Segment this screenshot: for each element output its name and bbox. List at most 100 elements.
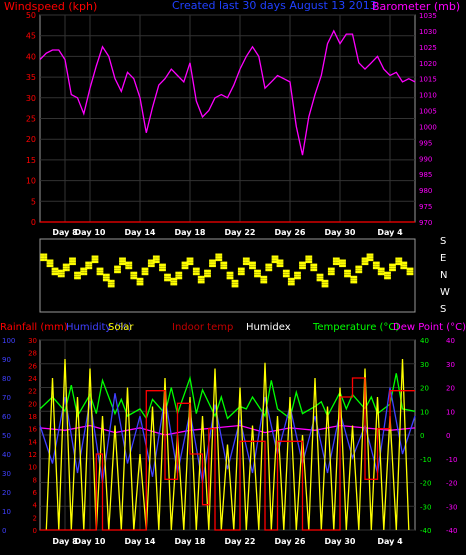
barometer-axis-label: Barometer (mb): [372, 0, 460, 13]
temperature-tick-label: -30: [420, 503, 431, 511]
top-x-labels: Day 8Day 10 Day 14 Day 18 Day 22 Day 26 Day 3…: [52, 228, 403, 237]
wind-direction-point: [264, 278, 268, 281]
wind-direction-point: [98, 267, 102, 270]
wind-direction-point: [242, 267, 245, 270]
wind-direction-point: [256, 269, 259, 273]
wind-direction-point: [98, 272, 102, 276]
wind-direction-point: [265, 268, 268, 272]
wind-direction-point: [273, 258, 277, 261]
wind-direction-point: [73, 257, 76, 260]
wind-direction-point: [245, 262, 248, 266]
barometer-tick-label: 985: [419, 171, 432, 179]
top-x-label: Day 26: [275, 228, 306, 237]
wind-direction-point: [78, 276, 81, 280]
wind-direction-point: [391, 263, 394, 266]
wind-direction-point: [84, 270, 88, 273]
wind-direction-point: [155, 255, 158, 258]
wind-direction-point: [209, 264, 212, 268]
wind-direction-point: [318, 276, 322, 279]
wind-direction-point: [74, 271, 77, 275]
humidity-tick-label: 50: [2, 432, 11, 440]
bottom-x-labels: Day 8Day 10 Day 14 Day 18 Day 22 Day 26 Day 3…: [52, 537, 403, 546]
windspeed-tick-label: 35: [26, 73, 36, 82]
wind-direction-point: [141, 267, 144, 270]
wind-direction-point: [335, 257, 338, 260]
wind-direction-point: [366, 262, 369, 266]
wind-direction-point: [219, 258, 223, 262]
barometer-tick-label: 1000: [419, 123, 437, 131]
wind-direction-point: [143, 272, 147, 276]
top-x-label: Day 30: [325, 228, 356, 237]
wind-direction-point: [321, 273, 324, 277]
wind-direction-point: [404, 264, 408, 267]
wind-direction-point: [343, 262, 346, 265]
wind-direction-point: [371, 253, 374, 256]
wind-direction-point: [112, 279, 115, 283]
wind-direction-point: [287, 272, 290, 275]
wind-direction-point: [269, 263, 273, 266]
wind-direction-point: [62, 266, 66, 269]
wind-direction-point: [96, 272, 99, 276]
windspeed-tick-label: 45: [26, 32, 36, 41]
wind-direction-point: [129, 264, 133, 267]
wind-direction-point: [84, 272, 88, 276]
wind-direction-point: [141, 280, 144, 283]
wind-direction-point: [307, 258, 310, 261]
wind-direction-point: [363, 260, 367, 263]
wind-direction-point: [101, 267, 104, 270]
wind-direction-point: [143, 267, 147, 270]
wind-direction-point: [332, 267, 335, 270]
wind-direction-point: [138, 277, 142, 281]
wind-direction-point: [271, 260, 274, 264]
wind-direction-point: [400, 261, 403, 264]
wind-direction-point: [321, 279, 324, 283]
wind-direction-point: [80, 267, 83, 270]
wind-direction-point: [372, 261, 376, 264]
series-solar: [45, 358, 410, 531]
wind-direction-point: [281, 264, 284, 268]
wind-direction-point: [177, 274, 180, 277]
wind-direction-point: [127, 261, 130, 264]
wind-direction-point: [159, 268, 162, 272]
wind-direction-point: [323, 279, 327, 283]
wind-direction-point: [48, 264, 52, 268]
wind-direction-point: [348, 272, 351, 275]
wind-direction-point: [287, 280, 291, 283]
wind-direction-point: [285, 272, 288, 275]
wind-direction-point: [310, 268, 313, 272]
wind-direction-point: [130, 274, 133, 277]
wind-direction-point: [195, 272, 198, 276]
wind-direction-point: [197, 267, 200, 270]
wind-direction-point: [294, 276, 297, 280]
wind-direction-point: [368, 258, 372, 262]
wind-direction-point: [172, 280, 175, 283]
wind-direction-point: [226, 271, 229, 275]
wind-direction-point: [46, 262, 49, 265]
bottom-x-label: Day 18: [175, 537, 206, 546]
wind-direction-point: [265, 263, 268, 266]
wind-direction-point: [119, 260, 122, 263]
rainfall-tick-label: 30: [28, 337, 37, 345]
wind-direction-point: [377, 267, 381, 270]
wind-direction-point: [231, 274, 234, 277]
wind-direction-point: [242, 272, 245, 276]
wind-direction-point: [242, 260, 246, 263]
barometer-tick-label: 1015: [419, 76, 437, 84]
wind-direction-point: [60, 274, 63, 278]
wind-direction-point: [318, 273, 322, 277]
wind-direction-point: [211, 259, 214, 262]
wind-direction-point: [375, 261, 378, 264]
wind-direction-point: [305, 258, 308, 261]
wind-direction-point: [341, 264, 344, 268]
wind-direction-point: [132, 271, 135, 275]
windspeed-tick-label: 20: [26, 135, 36, 144]
wind-direction-point: [192, 272, 196, 276]
wind-direction-point: [175, 276, 178, 280]
wind-direction-point: [206, 274, 209, 278]
barometer-tick-label: 1010: [419, 92, 437, 100]
wind-direction-point: [312, 266, 315, 269]
rainfall-tick-label: 18: [28, 413, 37, 421]
wind-direction-point: [163, 266, 166, 269]
wind-direction-point: [352, 278, 355, 281]
wind-direction-point: [339, 259, 342, 262]
